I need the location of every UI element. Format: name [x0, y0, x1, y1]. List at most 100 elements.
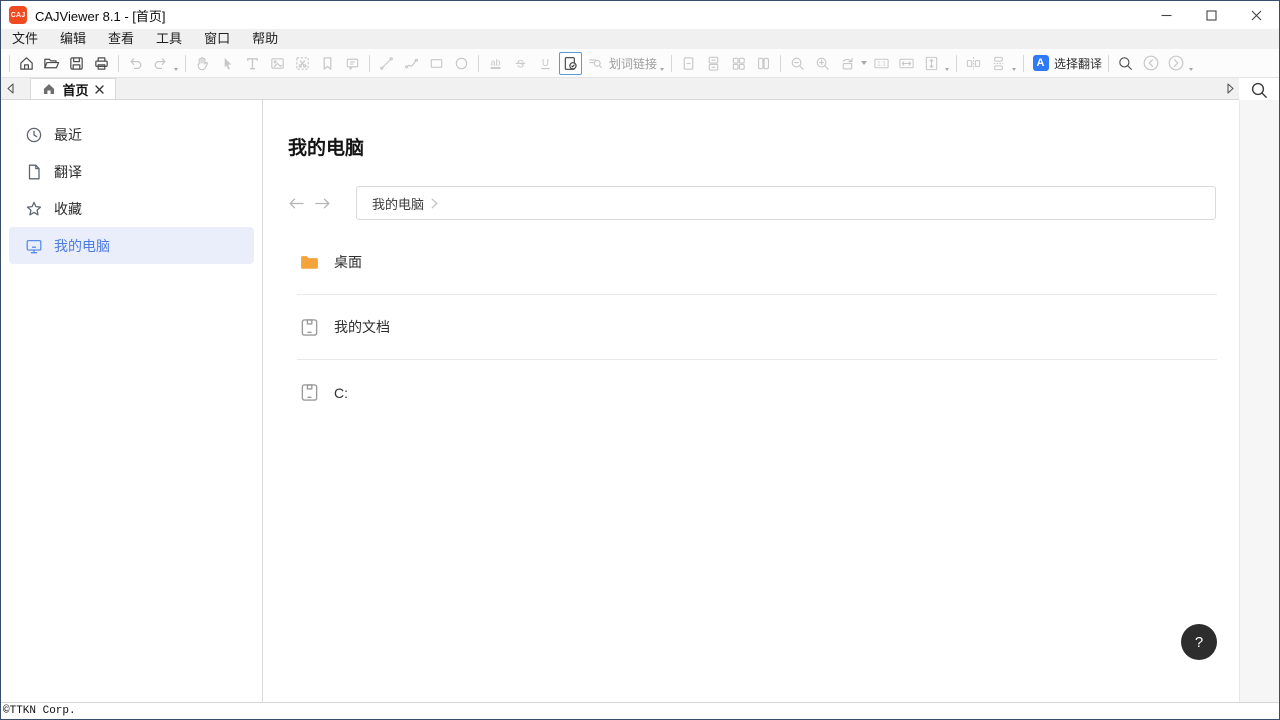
file-row-my-documents[interactable]: 我的文档 [297, 295, 1217, 360]
star-icon [25, 200, 43, 218]
redo-button[interactable] [149, 52, 172, 75]
continuous-page-button[interactable] [702, 52, 725, 75]
text-tool-button[interactable] [241, 52, 264, 75]
panel-search-button[interactable] [1239, 78, 1279, 100]
sidebar-item-my-computer[interactable]: 我的电脑 [9, 227, 254, 264]
rotate-button[interactable] [836, 52, 859, 75]
undo-button[interactable] [124, 52, 147, 75]
word-link-button[interactable] [584, 52, 607, 75]
sidebar-item-favorites[interactable]: 收藏 [9, 190, 254, 227]
file-name[interactable]: C: [334, 385, 348, 401]
home-button[interactable] [15, 52, 38, 75]
sidebar-item-recent[interactable]: 最近 [9, 116, 254, 153]
dropdown-caret-icon[interactable] [1189, 68, 1193, 71]
note-tool-button[interactable] [341, 52, 364, 75]
tab-scroll-left-icon[interactable] [1, 78, 19, 99]
rectangle-tool-button[interactable] [425, 52, 448, 75]
content-area: 最近 翻译 收藏 我的电脑 我的电脑 [1, 100, 1279, 702]
rotate-dropdown-caret-icon[interactable] [861, 61, 867, 65]
menu-help[interactable]: 帮助 [241, 29, 289, 49]
actual-size-button[interactable]: 1:1 [870, 52, 893, 75]
toolbar-separator [780, 55, 781, 72]
toolbar-separator [185, 55, 186, 72]
fit-height-button[interactable] [920, 52, 943, 75]
file-row-c-drive[interactable]: C: [297, 360, 1217, 425]
next-result-button[interactable] [1164, 52, 1187, 75]
dropdown-caret-icon[interactable] [1012, 68, 1016, 71]
distribute-objects-button[interactable] [987, 52, 1010, 75]
hand-pan-button[interactable] [191, 52, 214, 75]
file-name[interactable]: 我的文档 [334, 317, 390, 337]
breadcrumb[interactable]: 我的电脑 [356, 186, 1216, 220]
zoom-in-button[interactable] [811, 52, 834, 75]
tab-scroll-right-icon[interactable] [1221, 78, 1239, 99]
previous-result-button[interactable] [1139, 52, 1162, 75]
save-button[interactable] [65, 52, 88, 75]
bookmark-tool-button[interactable] [316, 52, 339, 75]
print-button[interactable] [90, 52, 113, 75]
tab-home-label: 首页 [62, 80, 88, 99]
minimize-button[interactable] [1144, 1, 1189, 29]
help-button[interactable]: ? [1181, 624, 1217, 660]
sidebar-item-label: 最近 [54, 125, 82, 145]
page-title: 我的电脑 [288, 133, 1239, 160]
status-bar: ©TTKN Corp. [1, 702, 1279, 719]
line-tool-button[interactable] [375, 52, 398, 75]
forward-arrow-icon[interactable] [314, 196, 331, 211]
open-folder-button[interactable] [40, 52, 63, 75]
file-name[interactable]: 桌面 [334, 252, 362, 272]
translate-a-icon: A [1033, 55, 1049, 71]
dropdown-caret-icon[interactable] [174, 68, 178, 71]
highlight-tool-button[interactable]: ab [484, 52, 507, 75]
facing-pages-button[interactable] [752, 52, 775, 75]
tab-home[interactable]: 首页 [30, 78, 116, 99]
snapshot-tool-button[interactable] [291, 52, 314, 75]
sidebar-item-label: 翻译 [54, 162, 82, 182]
multi-page-grid-button[interactable] [727, 52, 750, 75]
menu-bar: 文件 编辑 查看 工具 窗口 帮助 [1, 29, 1279, 49]
find-button[interactable] [1114, 52, 1137, 75]
sidebar-item-label: 收藏 [54, 199, 82, 219]
toolbar: ab S U 划词链接 [1, 49, 1279, 78]
sidebar-item-translate[interactable]: 翻译 [9, 153, 254, 190]
menu-edit[interactable]: 编辑 [49, 29, 97, 49]
drive-icon [299, 382, 320, 403]
svg-text:ab: ab [491, 57, 501, 67]
menu-window[interactable]: 窗口 [193, 29, 241, 49]
toolbar-separator [956, 55, 957, 72]
fit-width-button[interactable] [895, 52, 918, 75]
dropdown-caret-icon[interactable] [945, 68, 949, 71]
navigation-row: 我的电脑 [288, 186, 1239, 220]
align-objects-button[interactable] [962, 52, 985, 75]
menu-file[interactable]: 文件 [1, 29, 49, 49]
ellipse-tool-button[interactable] [450, 52, 473, 75]
dropdown-caret-icon[interactable] [660, 68, 664, 71]
strikethrough-tool-button[interactable]: S [509, 52, 532, 75]
toolbar-separator [9, 55, 10, 72]
back-arrow-icon[interactable] [288, 196, 305, 211]
tab-spacer [116, 78, 1221, 99]
select-translate-label[interactable]: 选择翻译 [1054, 55, 1102, 72]
file-list: 桌面 我的文档 C: [288, 230, 1239, 425]
tab-close-icon[interactable] [95, 85, 104, 94]
app-logo-icon: CAJ [9, 6, 27, 24]
file-row-desktop[interactable]: 桌面 [297, 230, 1217, 295]
breadcrumb-path[interactable]: 我的电脑 [372, 194, 424, 213]
ocr-capture-button[interactable] [559, 52, 582, 75]
select-translate-button[interactable]: A [1029, 52, 1052, 75]
single-page-button[interactable] [677, 52, 700, 75]
right-side-panel [1239, 100, 1279, 702]
select-cursor-button[interactable] [216, 52, 239, 75]
curve-tool-button[interactable] [400, 52, 423, 75]
zoom-out-button[interactable] [786, 52, 809, 75]
menu-view[interactable]: 查看 [97, 29, 145, 49]
word-link-label[interactable]: 划词链接 [609, 55, 657, 72]
menu-tools[interactable]: 工具 [145, 29, 193, 49]
maximize-button[interactable] [1189, 1, 1234, 29]
image-tool-button[interactable] [266, 52, 289, 75]
toolbar-separator [118, 55, 119, 72]
close-button[interactable] [1234, 1, 1279, 29]
tab-home-icon [42, 82, 56, 96]
window-title: CAJViewer 8.1 - [首页] [35, 6, 166, 25]
underline-tool-button[interactable]: U [534, 52, 557, 75]
